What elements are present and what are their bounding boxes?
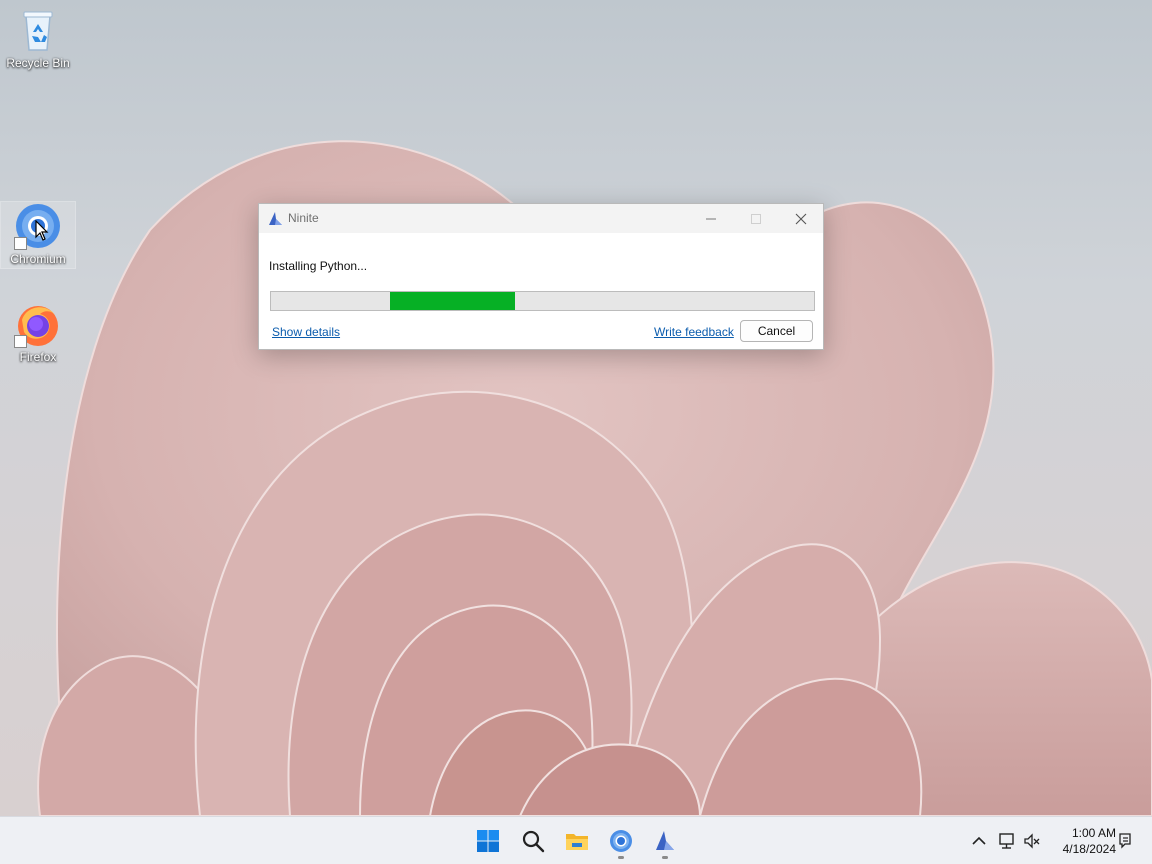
cancel-button[interactable]: Cancel (740, 320, 813, 342)
desktop-icon-label: Recycle Bin (6, 56, 70, 70)
window-title: Ninite (288, 211, 319, 225)
chromium-taskbar-button[interactable] (601, 821, 641, 861)
file-explorer-button[interactable] (557, 821, 597, 861)
desktop-icon-recycle-bin[interactable]: Recycle Bin (1, 6, 75, 70)
volume-muted-icon[interactable] (1022, 831, 1042, 851)
install-status-text: Installing Python... (269, 259, 368, 273)
progress-fill (390, 292, 515, 310)
chromium-icon (610, 830, 632, 852)
running-indicator (662, 856, 668, 859)
start-button[interactable] (468, 821, 508, 861)
clock-date: 4/18/2024 (1062, 842, 1116, 856)
write-feedback-link[interactable]: Write feedback (654, 325, 734, 339)
install-progress-bar (270, 291, 815, 311)
desktop-icon-firefox[interactable]: Firefox (1, 300, 75, 364)
taskbar: 1:00 AM 4/18/2024 (0, 816, 1152, 864)
search-button[interactable] (513, 821, 553, 861)
running-indicator (618, 856, 624, 859)
recycle-bin-icon (14, 6, 62, 54)
shortcut-arrow-icon (14, 237, 27, 250)
network-icon[interactable] (997, 831, 1017, 851)
file-explorer-icon (566, 834, 588, 850)
ninite-icon (656, 831, 674, 850)
title-bar[interactable]: Ninite (259, 204, 823, 233)
close-button[interactable] (778, 204, 824, 233)
desktop-icon-label: Firefox (19, 350, 57, 364)
desktop-icon-label: Chromium (10, 252, 66, 266)
minimize-icon (706, 218, 716, 220)
show-details-link[interactable]: Show details (272, 325, 340, 339)
mouse-cursor-icon (35, 220, 49, 241)
wallpaper (37, 140, 1152, 816)
firefox-icon (14, 300, 62, 348)
clock[interactable]: 1:00 AM 4/18/2024 (1050, 825, 1116, 857)
close-icon (795, 213, 807, 225)
clock-time: 1:00 AM (1071, 826, 1116, 840)
ninite-icon (269, 212, 282, 225)
ninite-taskbar-button[interactable] (645, 821, 685, 861)
notification-icon[interactable] (1116, 831, 1136, 851)
start-icon (477, 830, 499, 852)
maximize-button[interactable] (733, 204, 779, 233)
maximize-icon (751, 214, 761, 224)
minimize-button[interactable] (688, 204, 734, 233)
shortcut-arrow-icon (14, 335, 27, 348)
search-icon (522, 830, 545, 853)
chevron-up-icon[interactable] (969, 831, 989, 851)
ninite-installer-window: Ninite Installing Python... Show details… (258, 203, 824, 350)
desktop: Recycle Bin Chromium Firefox Ninite Inst… (0, 0, 1152, 816)
